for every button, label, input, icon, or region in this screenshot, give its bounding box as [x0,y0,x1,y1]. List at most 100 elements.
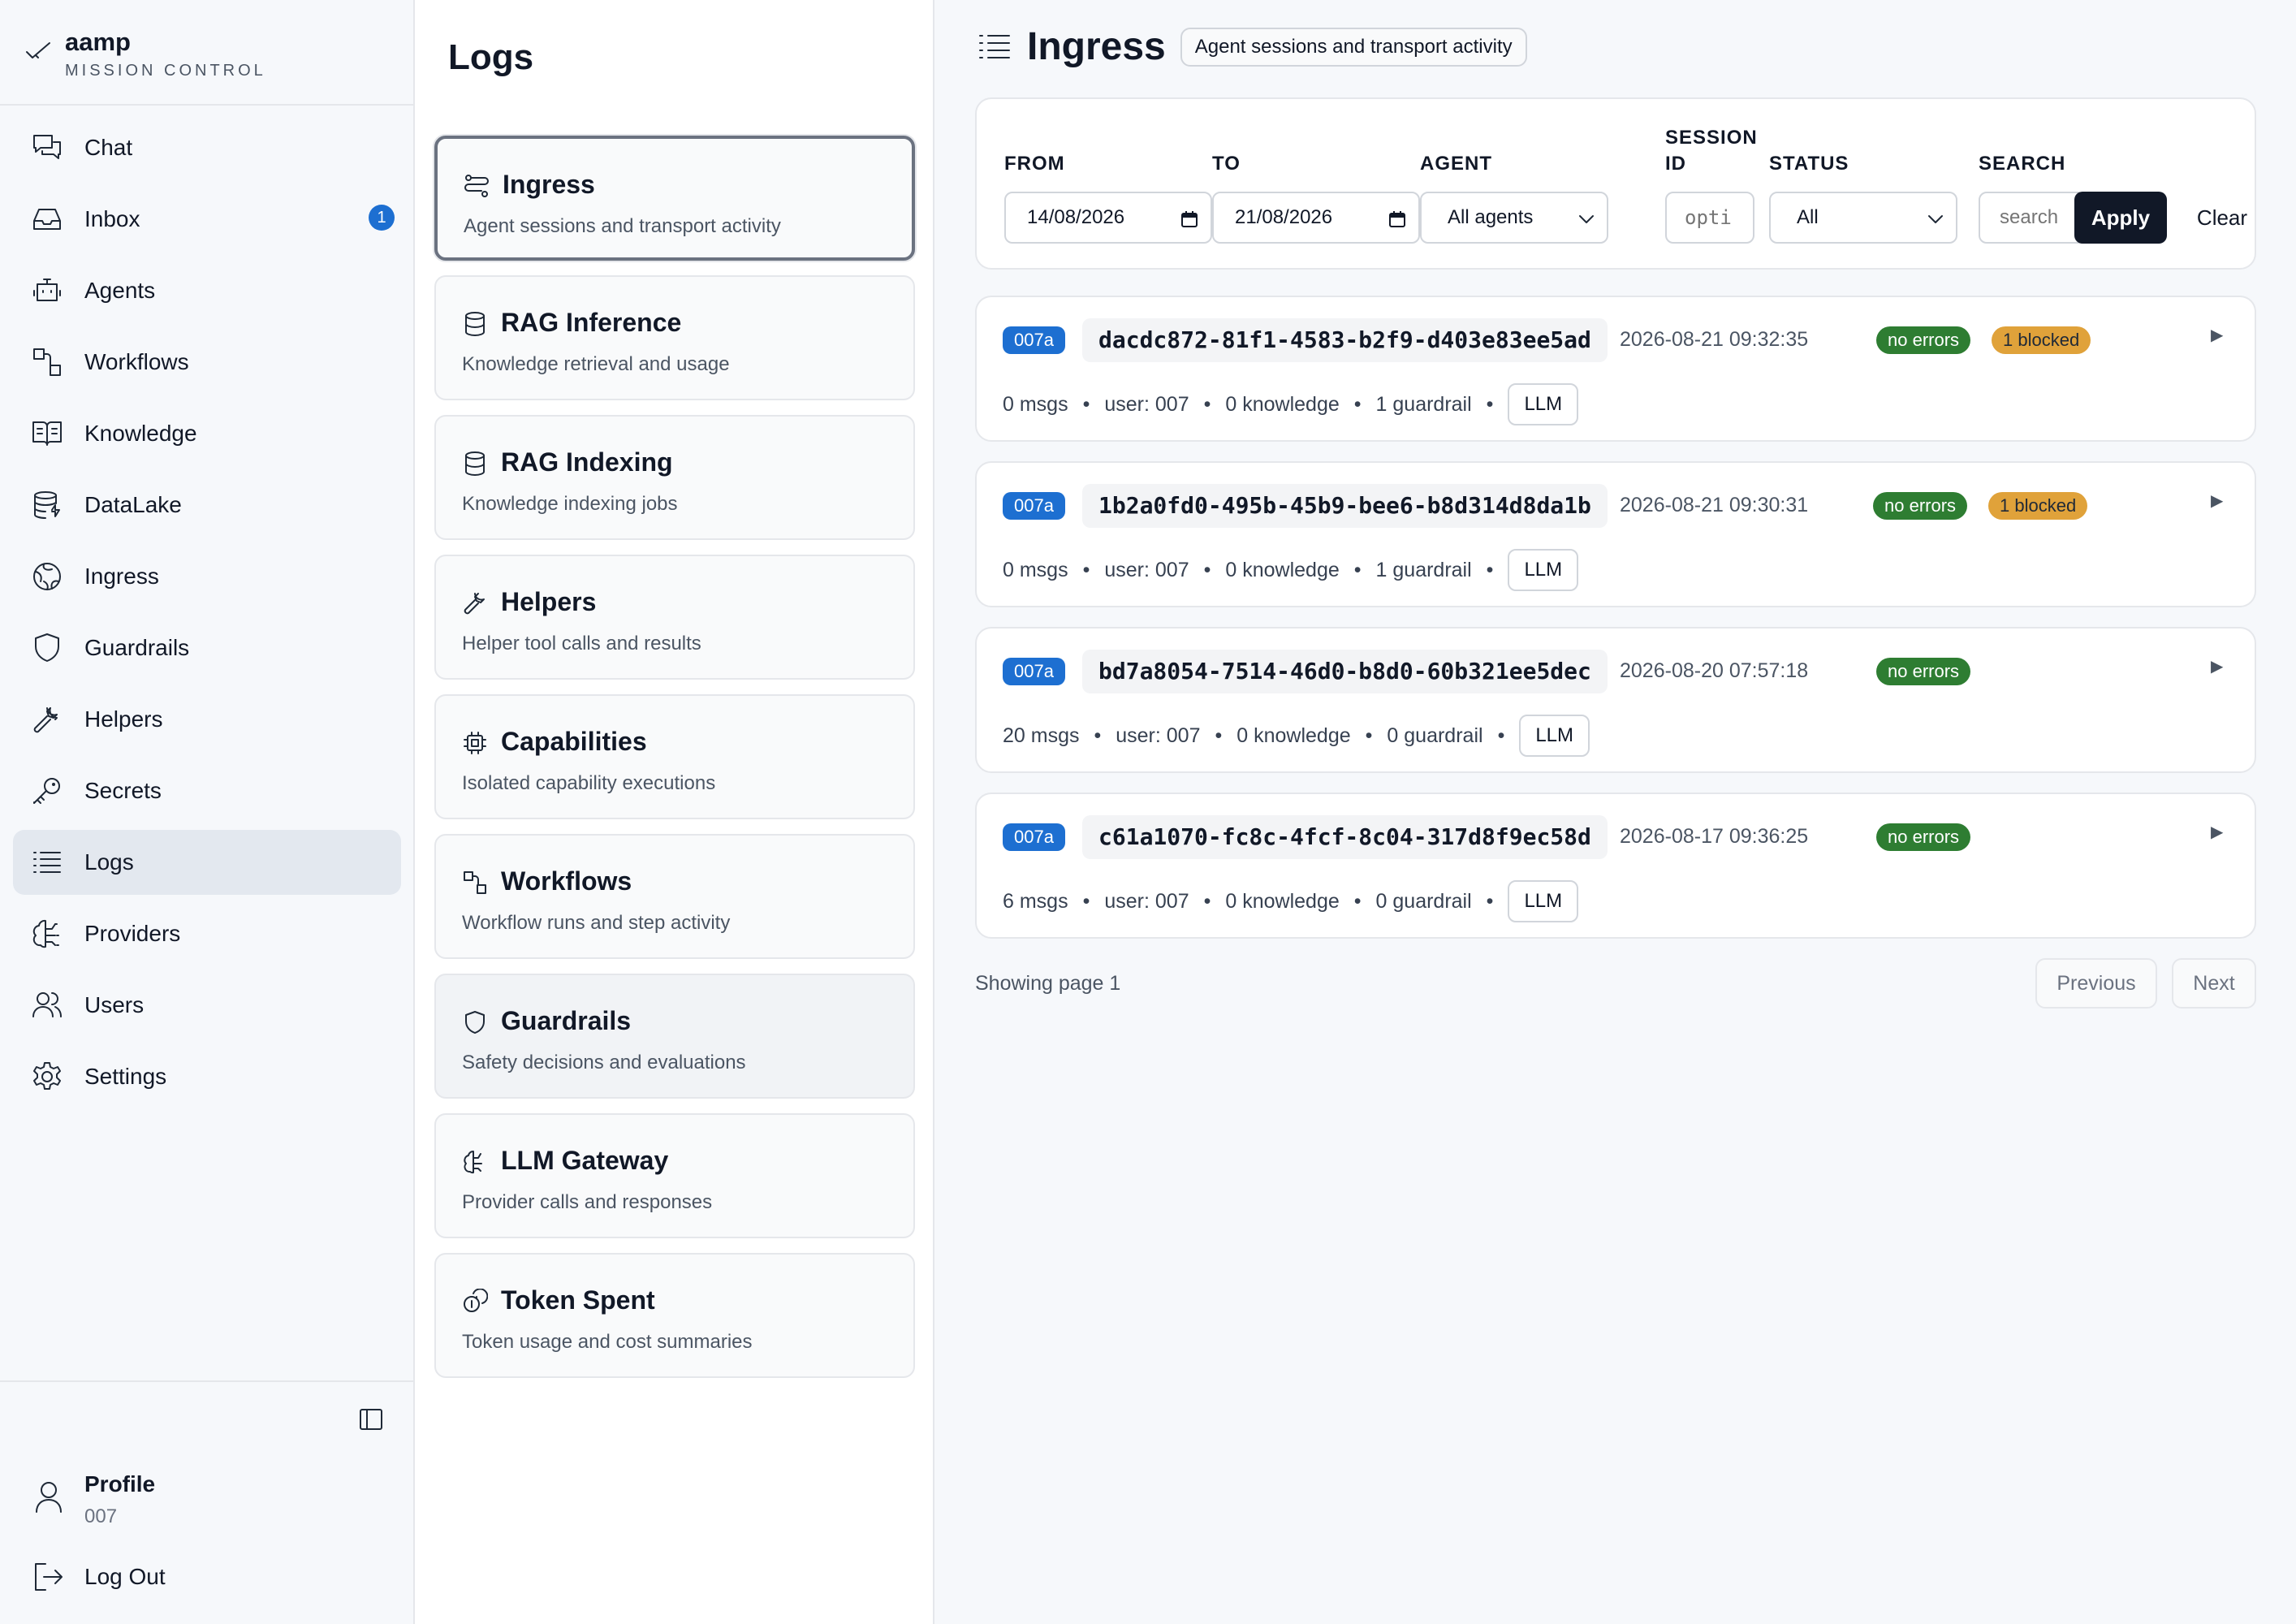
sidebar-item-agents[interactable]: Agents [13,258,401,323]
profile-label: Profile [84,1471,156,1497]
separator-dot: • [1082,889,1090,913]
sidebar-item-chat[interactable]: Chat [13,115,401,180]
sidebar-item-label: Ingress [84,564,159,589]
route-icon [464,173,490,199]
log-card-rag-inference[interactable]: RAG Inference Knowledge retrieval and us… [434,275,915,400]
sidebar-item-helpers[interactable]: Helpers [13,687,401,752]
session-row[interactable]: 007a bd7a8054-7514-46d0-b8d0-60b321ee5de… [975,627,2256,773]
brand[interactable]: aamp MISSION CONTROL [0,0,415,106]
log-card-desc: Safety decisions and evaluations [462,1052,746,1073]
key-icon [31,775,63,807]
session-row[interactable]: 007a dacdc872-81f1-4583-b2f9-d403e83ee5a… [975,296,2256,442]
sidebar-item-settings[interactable]: Settings [13,1044,401,1109]
session-list: 007a dacdc872-81f1-4583-b2f9-d403e83ee5a… [975,296,2256,958]
log-card-ingress[interactable]: Ingress Agent sessions and transport act… [434,136,915,261]
filter-bar: FROM 14/08/2026 TO 21/08/2026 AGENT All … [975,97,2256,270]
calendar-icon[interactable] [1388,209,1407,229]
logs-panel: Logs Ingress Agent sessions and transpor… [415,0,934,1624]
expand-arrow-icon[interactable]: ▶ [2211,656,2223,676]
sidebar-item-ingress[interactable]: Ingress [13,544,401,609]
llm-chip[interactable]: LLM [1508,549,1579,591]
log-card-guardrails[interactable]: Guardrails Safety decisions and evaluati… [434,974,915,1099]
log-card-title: Capabilities [501,727,647,756]
page-subtitle-pill: Agent sessions and transport activity [1180,27,1527,67]
log-card-title: Guardrails [501,1006,632,1035]
llm-chip[interactable]: LLM [1519,715,1590,757]
llm-chip[interactable]: LLM [1508,880,1579,922]
brain-icon [462,1149,488,1175]
sidebar-item-guardrails[interactable]: Guardrails [13,615,401,680]
llm-chip[interactable]: LLM [1508,383,1579,425]
inbox-icon [31,203,63,235]
sidebar-item-knowledge[interactable]: Knowledge [13,401,401,466]
next-button[interactable]: Next [2172,958,2256,1009]
log-card-rag-indexing[interactable]: RAG Indexing Knowledge indexing jobs [434,415,915,540]
log-card-title: Workflows [501,866,632,896]
sidebar-item-inbox[interactable]: Inbox 1 [13,187,401,252]
session-row[interactable]: 007a c61a1070-fc8c-4fcf-8c04-317d8f9ec58… [975,793,2256,939]
sidebar-item-users[interactable]: Users [13,973,401,1038]
sidebar-item-label: Helpers [84,706,163,732]
guardrail-count: 0 guardrail [1387,723,1483,747]
session-user: user: 007 [1116,723,1201,747]
status-select[interactable]: All [1769,192,1957,244]
agent-tag: 007a [1003,492,1065,520]
chevron-down-icon [1927,213,1944,226]
search-input[interactable] [1979,192,2086,244]
blocked-badge: 1 blocked [1988,492,2088,520]
expand-arrow-icon[interactable]: ▶ [2211,822,2223,842]
users-icon [31,989,63,1021]
page-header: Ingress Agent sessions and transport act… [977,24,1527,69]
log-card-helpers[interactable]: Helpers Helper tool calls and results [434,555,915,680]
from-date-input[interactable]: 14/08/2026 [1004,192,1212,244]
logout-icon [32,1561,65,1593]
sidebar-item-label: Inbox [84,206,140,231]
main-content: Ingress Agent sessions and transport act… [936,0,2296,1624]
log-card-capabilities[interactable]: Capabilities Isolated capability executi… [434,694,915,819]
log-card-token-spent[interactable]: Token Spent Token usage and cost summari… [434,1253,915,1378]
log-card-title: RAG Inference [501,308,682,337]
calendar-icon[interactable] [1180,209,1199,229]
pagination-status: Showing page 1 [975,972,1121,995]
session-id[interactable]: c61a1070-fc8c-4fcf-8c04-317d8f9ec58d [1082,815,1608,859]
agent-select[interactable]: All agents [1420,192,1608,244]
knowledge-count: 0 knowledge [1225,889,1340,913]
session-meta: 6 msgs • user: 007 • 0 knowledge • 0 guardr… [1003,880,1579,922]
sidebar-item-datalake[interactable]: DataLake [13,473,401,538]
check-icon [24,41,52,62]
session-id[interactable]: dacdc872-81f1-4583-b2f9-d403e83ee5ad [1082,318,1608,362]
session-user: user: 007 [1104,889,1189,913]
sidebar-item-secrets[interactable]: Secrets [13,758,401,823]
separator-dot: • [1486,392,1494,416]
session-row[interactable]: 007a 1b2a0fd0-495b-45b9-bee6-b8d314d8da1… [975,461,2256,607]
session-time: 2026-08-21 09:30:31 [1620,494,1809,516]
separator-dot: • [1365,723,1373,747]
list-icon [977,31,1012,63]
sidebar-item-label: Providers [84,921,181,946]
log-card-llm-gateway[interactable]: LLM Gateway Provider calls and responses [434,1113,915,1238]
sidebar-toggle-icon[interactable] [359,1408,383,1431]
sidebar-item-logs[interactable]: Logs [13,830,401,895]
session-id-input[interactable] [1665,192,1754,244]
msgs-count: 6 msgs [1003,889,1068,913]
sidebar-item-workflows[interactable]: Workflows [13,330,401,395]
from-date-value: 14/08/2026 [1027,206,1125,228]
previous-button[interactable]: Previous [2035,958,2157,1009]
to-date-input[interactable]: 21/08/2026 [1212,192,1420,244]
sidebar-item-label: Settings [84,1064,167,1089]
expand-arrow-icon[interactable]: ▶ [2211,325,2223,345]
clear-button[interactable]: Clear [2191,192,2253,244]
agent-select-value: All agents [1448,206,1534,228]
apply-button[interactable]: Apply [2074,192,2167,244]
session-id-label-line1: SESSION [1665,127,1758,149]
separator-dot: • [1203,558,1211,581]
log-card-workflows[interactable]: Workflows Workflow runs and step activit… [434,834,915,959]
sidebar-item-label: Agents [84,278,156,303]
session-id[interactable]: 1b2a0fd0-495b-45b9-bee6-b8d314d8da1b [1082,484,1608,528]
sidebar-item-providers[interactable]: Providers [13,901,401,966]
search-label: SEARCH [1979,153,2066,175]
session-id[interactable]: bd7a8054-7514-46d0-b8d0-60b321ee5dec [1082,650,1608,693]
log-card-desc: Knowledge indexing jobs [462,493,678,515]
sidebar-nav: Chat Inbox 1 Agents Workflows Knowledge … [13,115,401,1116]
expand-arrow-icon[interactable]: ▶ [2211,490,2223,511]
